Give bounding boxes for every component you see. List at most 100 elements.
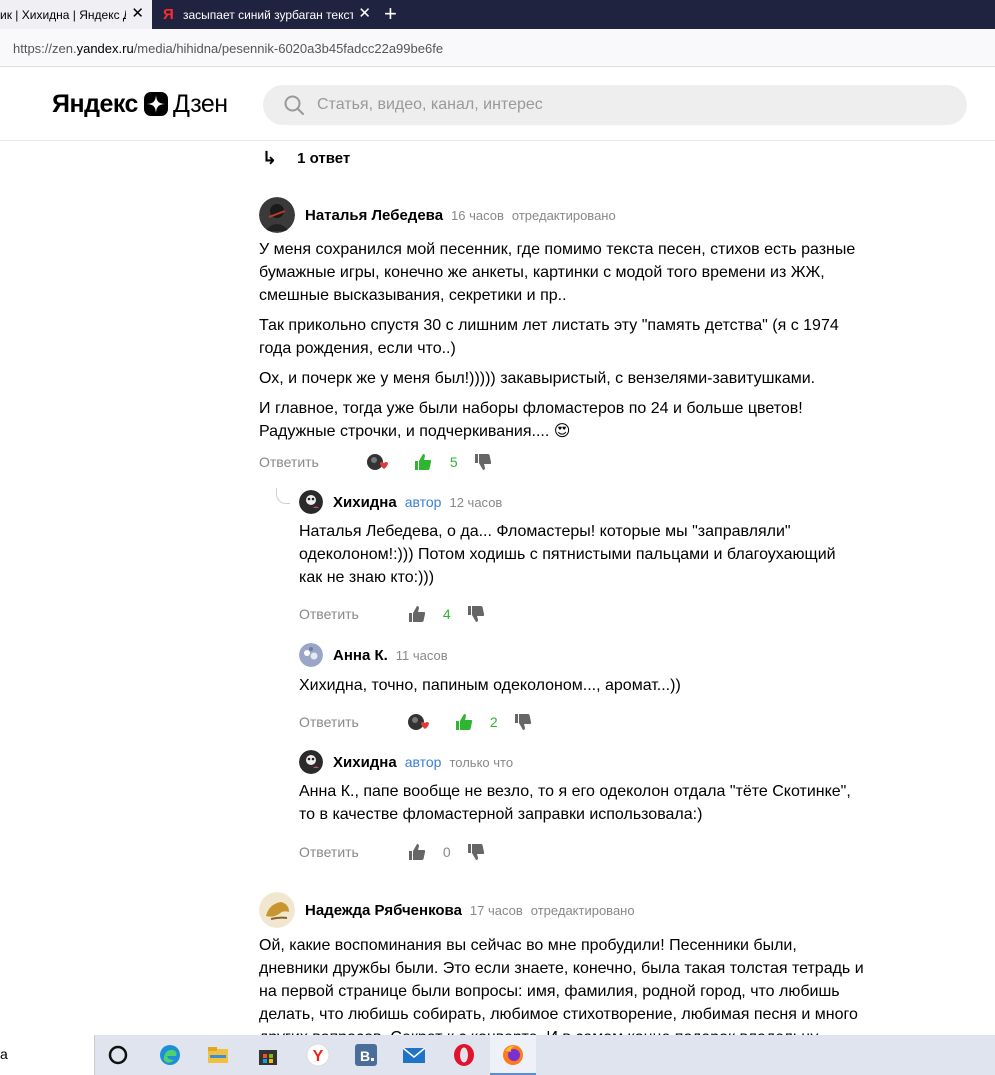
replies-toggle[interactable]: ↳ 1 ответ — [262, 148, 350, 169]
svg-text:Y: Y — [313, 1048, 324, 1065]
comment-author-name[interactable]: Надежда Рябченкова — [305, 902, 462, 919]
tab-yandex-search[interactable]: Я засыпает синий зурбаган текст ✕ — [153, 0, 379, 29]
comment-header: Анна К. 11 часов — [299, 641, 859, 669]
new-tab-button[interactable]: + — [384, 2, 397, 26]
reply-button[interactable]: Ответить — [299, 844, 359, 860]
tab-zen-article[interactable]: ик | Хихидна | Яндекс Д ✕ — [0, 0, 152, 29]
comment-time: 16 часов — [451, 207, 504, 223]
like-icon[interactable] — [408, 843, 426, 861]
likers-avatars[interactable] — [407, 713, 429, 731]
dislike-icon[interactable] — [467, 843, 485, 861]
avatar[interactable] — [299, 750, 323, 774]
edited-label: отредактировано — [511, 207, 616, 223]
comment-body: У меня сохранился мой песенник, где поми… — [259, 238, 869, 443]
explorer-icon[interactable] — [206, 1043, 230, 1067]
reply-button[interactable]: Ответить — [259, 454, 319, 470]
like-icon[interactable] — [455, 713, 473, 731]
url-path: /media/hihidna/pesennik-6020a3b45fadcc22… — [133, 41, 444, 56]
thread-connector — [276, 488, 290, 504]
comment-time: только что — [449, 754, 514, 770]
like-count: 5 — [449, 454, 458, 470]
browser-tab-bar: ик | Хихидна | Яндекс Д ✕ Я засыпает син… — [0, 0, 995, 29]
comment-body: Ой, какие воспоминания вы сейчас во мне … — [259, 934, 869, 1039]
author-badge: автор — [404, 494, 442, 510]
comment-body: Наталья Лебедева, о да... Фломастеры! ко… — [299, 520, 849, 589]
taskbar-search[interactable]: а — [0, 1035, 95, 1075]
firefox-icon[interactable] — [501, 1043, 525, 1067]
lock-icon — [0, 40, 6, 54]
comment-author-name[interactable]: Хихидна — [333, 754, 397, 771]
vk-icon[interactable]: B — [354, 1043, 378, 1067]
close-icon[interactable]: ✕ — [131, 6, 144, 21]
comment-text: Наталья Лебедева, о да... Фломастеры! ко… — [299, 523, 836, 586]
zen-logo[interactable]: Яндекс Дзен — [52, 89, 228, 119]
opera-icon[interactable] — [452, 1043, 476, 1067]
liker-avatar-icon — [407, 714, 429, 730]
edited-label: отредактировано — [530, 902, 635, 918]
close-icon[interactable]: ✕ — [358, 6, 371, 21]
comment-header: Наталья Лебедева 16 часов отредактирован… — [259, 197, 869, 233]
tab-title: ик | Хихидна | Яндекс Д — [0, 7, 126, 22]
url-domain: yandex.ru — [76, 41, 134, 56]
like-count: 0 — [442, 844, 451, 860]
comment-time: 11 часов — [395, 647, 448, 663]
avatar[interactable] — [299, 490, 323, 514]
zen-star-icon — [143, 92, 168, 116]
reply-button[interactable]: Ответить — [299, 606, 359, 622]
cortana-icon[interactable] — [106, 1043, 130, 1067]
comment-author-name[interactable]: Хихидна — [333, 494, 397, 511]
avatar[interactable] — [299, 643, 323, 667]
comment-reply: Хихидна автор 12 часов Наталья Лебедева,… — [299, 488, 859, 596]
yandex-browser-icon[interactable]: Y — [306, 1043, 330, 1067]
comment-text: Так прикольно спустя 30 с лишним лет лис… — [259, 317, 839, 357]
likers-avatars[interactable] — [366, 453, 388, 471]
mail-icon[interactable] — [402, 1043, 426, 1067]
reply-button[interactable]: Ответить — [299, 714, 359, 730]
comment-time: 17 часов — [469, 902, 523, 918]
comment: Наталья Лебедева 16 часов отредактирован… — [259, 197, 869, 450]
address-bar[interactable]: https://zen.yandex.ru/media/hihidna/pese… — [0, 29, 995, 67]
comment-text: Ох, и почерк же у меня был!))))) закавыр… — [259, 370, 816, 387]
search-box[interactable] — [263, 85, 967, 125]
dislike-icon[interactable] — [474, 453, 492, 471]
comment-actions: Ответить 0 — [299, 841, 485, 863]
replies-count-label: 1 ответ — [297, 150, 351, 167]
comment-reply: Хихидна автор только что Анна К., папе в… — [299, 748, 859, 833]
url-prefix: https://zen. — [13, 41, 77, 56]
comment-text: Хихидна, точно, папиным одеколоном..., а… — [299, 677, 681, 694]
like-icon[interactable] — [414, 453, 432, 471]
avatar[interactable] — [259, 197, 295, 233]
comment-header: Хихидна автор 12 часов — [299, 488, 859, 516]
search-icon — [284, 95, 304, 115]
comment-actions: Ответить 5 — [259, 451, 492, 473]
liker-avatar-icon — [366, 454, 388, 470]
comment: Надежда Рябченкова 17 часов отредактиров… — [259, 892, 869, 1039]
store-icon[interactable] — [256, 1043, 280, 1067]
dislike-icon[interactable] — [467, 605, 485, 623]
search-input[interactable] — [317, 85, 917, 125]
comment-actions: Ответить 4 — [299, 603, 485, 625]
comment-text: Анна К., папе вообще не везло, то я его … — [299, 783, 851, 823]
svg-text:B: B — [360, 1048, 370, 1064]
avatar[interactable] — [259, 892, 295, 928]
logo-dzen: Дзен — [172, 89, 228, 118]
comment-actions: Ответить 2 — [299, 711, 532, 733]
comment-time: 12 часов — [449, 494, 503, 510]
windows-taskbar: а Y B — [0, 1035, 995, 1075]
url-text[interactable]: https://zen.yandex.ru/media/hihidna/pese… — [13, 41, 443, 56]
logo-yandex: Яндекс — [52, 89, 138, 118]
like-count: 4 — [442, 606, 451, 622]
tab-title: засыпает синий зурбаган текст — [183, 7, 353, 22]
like-count: 2 — [489, 714, 498, 730]
edge-icon[interactable] — [158, 1043, 182, 1067]
comment-header: Хихидна автор только что — [299, 748, 859, 776]
comment-reply: Анна К. 11 часов Хихидна, точно, папиным… — [299, 641, 859, 704]
taskbar-search-text: а — [0, 1046, 8, 1062]
comment-text: У меня сохранился мой песенник, где поми… — [259, 241, 856, 304]
like-icon[interactable] — [408, 605, 426, 623]
dislike-icon[interactable] — [514, 713, 532, 731]
author-badge: автор — [404, 754, 442, 770]
yandex-favicon-icon: Я — [163, 5, 174, 23]
comment-author-name[interactable]: Наталья Лебедева — [305, 207, 443, 224]
comment-author-name[interactable]: Анна К. — [333, 647, 388, 664]
